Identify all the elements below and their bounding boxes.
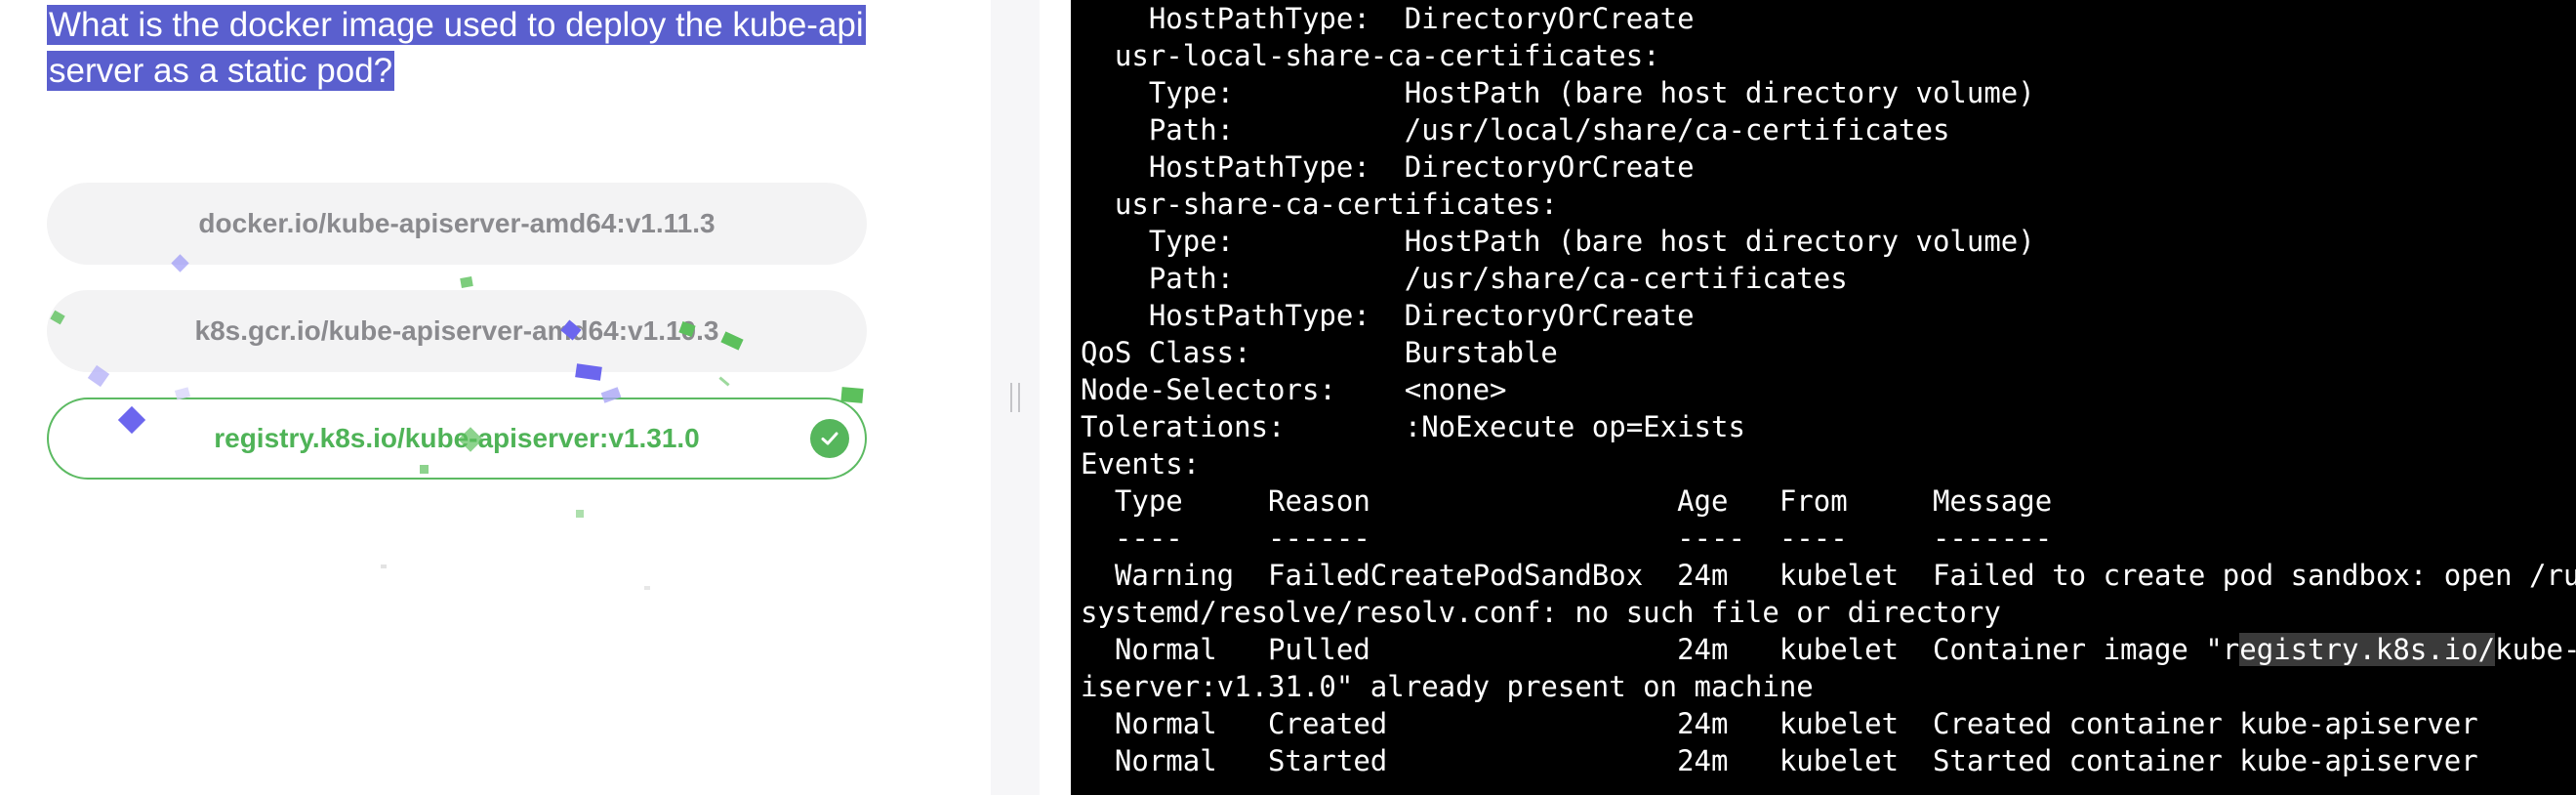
question-highlight: What is the docker image used to deploy … (47, 5, 866, 91)
terminal-line: systemd/resolve/resolv.conf: no such fil… (1081, 596, 2001, 629)
terminal-line: ---- ------ ---- ---- ------- (1081, 522, 2053, 555)
terminal-line: QoS Class: Burstable (1081, 336, 1558, 369)
confetti-piece (718, 376, 730, 387)
terminal-line: Type Reason Age From Message (1081, 484, 2053, 518)
panel-resize-divider[interactable] (991, 0, 1040, 795)
quiz-panel: What is the docker image used to deploy … (0, 0, 991, 795)
terminal-line: Tolerations: :NoExecute op=Exists (1081, 410, 1745, 443)
terminal-line: HostPathType: DirectoryOrCreate (1081, 299, 1695, 332)
terminal-line: Type: HostPath (bare host directory volu… (1081, 76, 2035, 109)
confetti-piece (576, 510, 584, 518)
terminal-line: Normal Created 24m kubelet Created conta… (1081, 707, 2478, 740)
terminal-line: Path: /usr/share/ca-certificates (1081, 262, 1848, 295)
question-text: What is the docker image used to deploy … (47, 2, 886, 94)
terminal-line: Node-Selectors: <none> (1081, 373, 1507, 406)
terminal-line: iserver:v1.31.0" already present on mach… (1081, 670, 1814, 703)
answer-option-label: registry.k8s.io/kube-apiserver:v1.31.0 (214, 423, 700, 453)
confetti-piece (840, 387, 864, 403)
terminal-line: usr-local-share-ca-certificates: (1081, 39, 1660, 72)
confetti-piece (644, 586, 650, 590)
terminal-output: HostPathType: DirectoryOrCreate usr-loca… (1081, 0, 2576, 779)
terminal-line: usr-share-ca-certificates: (1081, 188, 1558, 221)
confetti-piece (460, 276, 473, 288)
terminal-line: Events: (1081, 447, 1201, 481)
terminal-line: Warning FailedCreatePodSandBox 24m kubel… (1081, 559, 2576, 592)
terminal-line: Normal Started 24m kubelet Started conta… (1081, 744, 2478, 777)
terminal-line: HostPathType: DirectoryOrCreate (1081, 2, 1695, 35)
answer-option-1[interactable]: docker.io/kube-apiserver-amd64:v1.11.3 (47, 183, 867, 265)
answer-option-3-correct[interactable]: registry.k8s.io/kube-apiserver:v1.31.0 (47, 398, 867, 480)
text-selection: egistry.k8s.io/ (2239, 633, 2496, 666)
terminal-line: Normal Pulled 24m kubelet Container imag… (1081, 633, 2576, 666)
terminal-line: Path: /usr/local/share/ca-certificates (1081, 113, 1950, 146)
answer-option-2[interactable]: k8s.gcr.io/kube-apiserver-amd64:v1.10.3 (47, 290, 867, 372)
answer-option-label: k8s.gcr.io/kube-apiserver-amd64:v1.10.3 (194, 315, 719, 346)
panel-gap (1040, 0, 1071, 795)
terminal-line: Type: HostPath (bare host directory volu… (1081, 225, 2035, 258)
terminal[interactable]: HostPathType: DirectoryOrCreate usr-loca… (1071, 0, 2576, 795)
drag-handle-icon[interactable] (1010, 383, 1020, 412)
confetti-piece (381, 565, 387, 568)
answer-option-label: docker.io/kube-apiserver-amd64:v1.11.3 (198, 208, 716, 238)
terminal-line: HostPathType: DirectoryOrCreate (1081, 150, 1695, 184)
check-icon (810, 419, 849, 458)
